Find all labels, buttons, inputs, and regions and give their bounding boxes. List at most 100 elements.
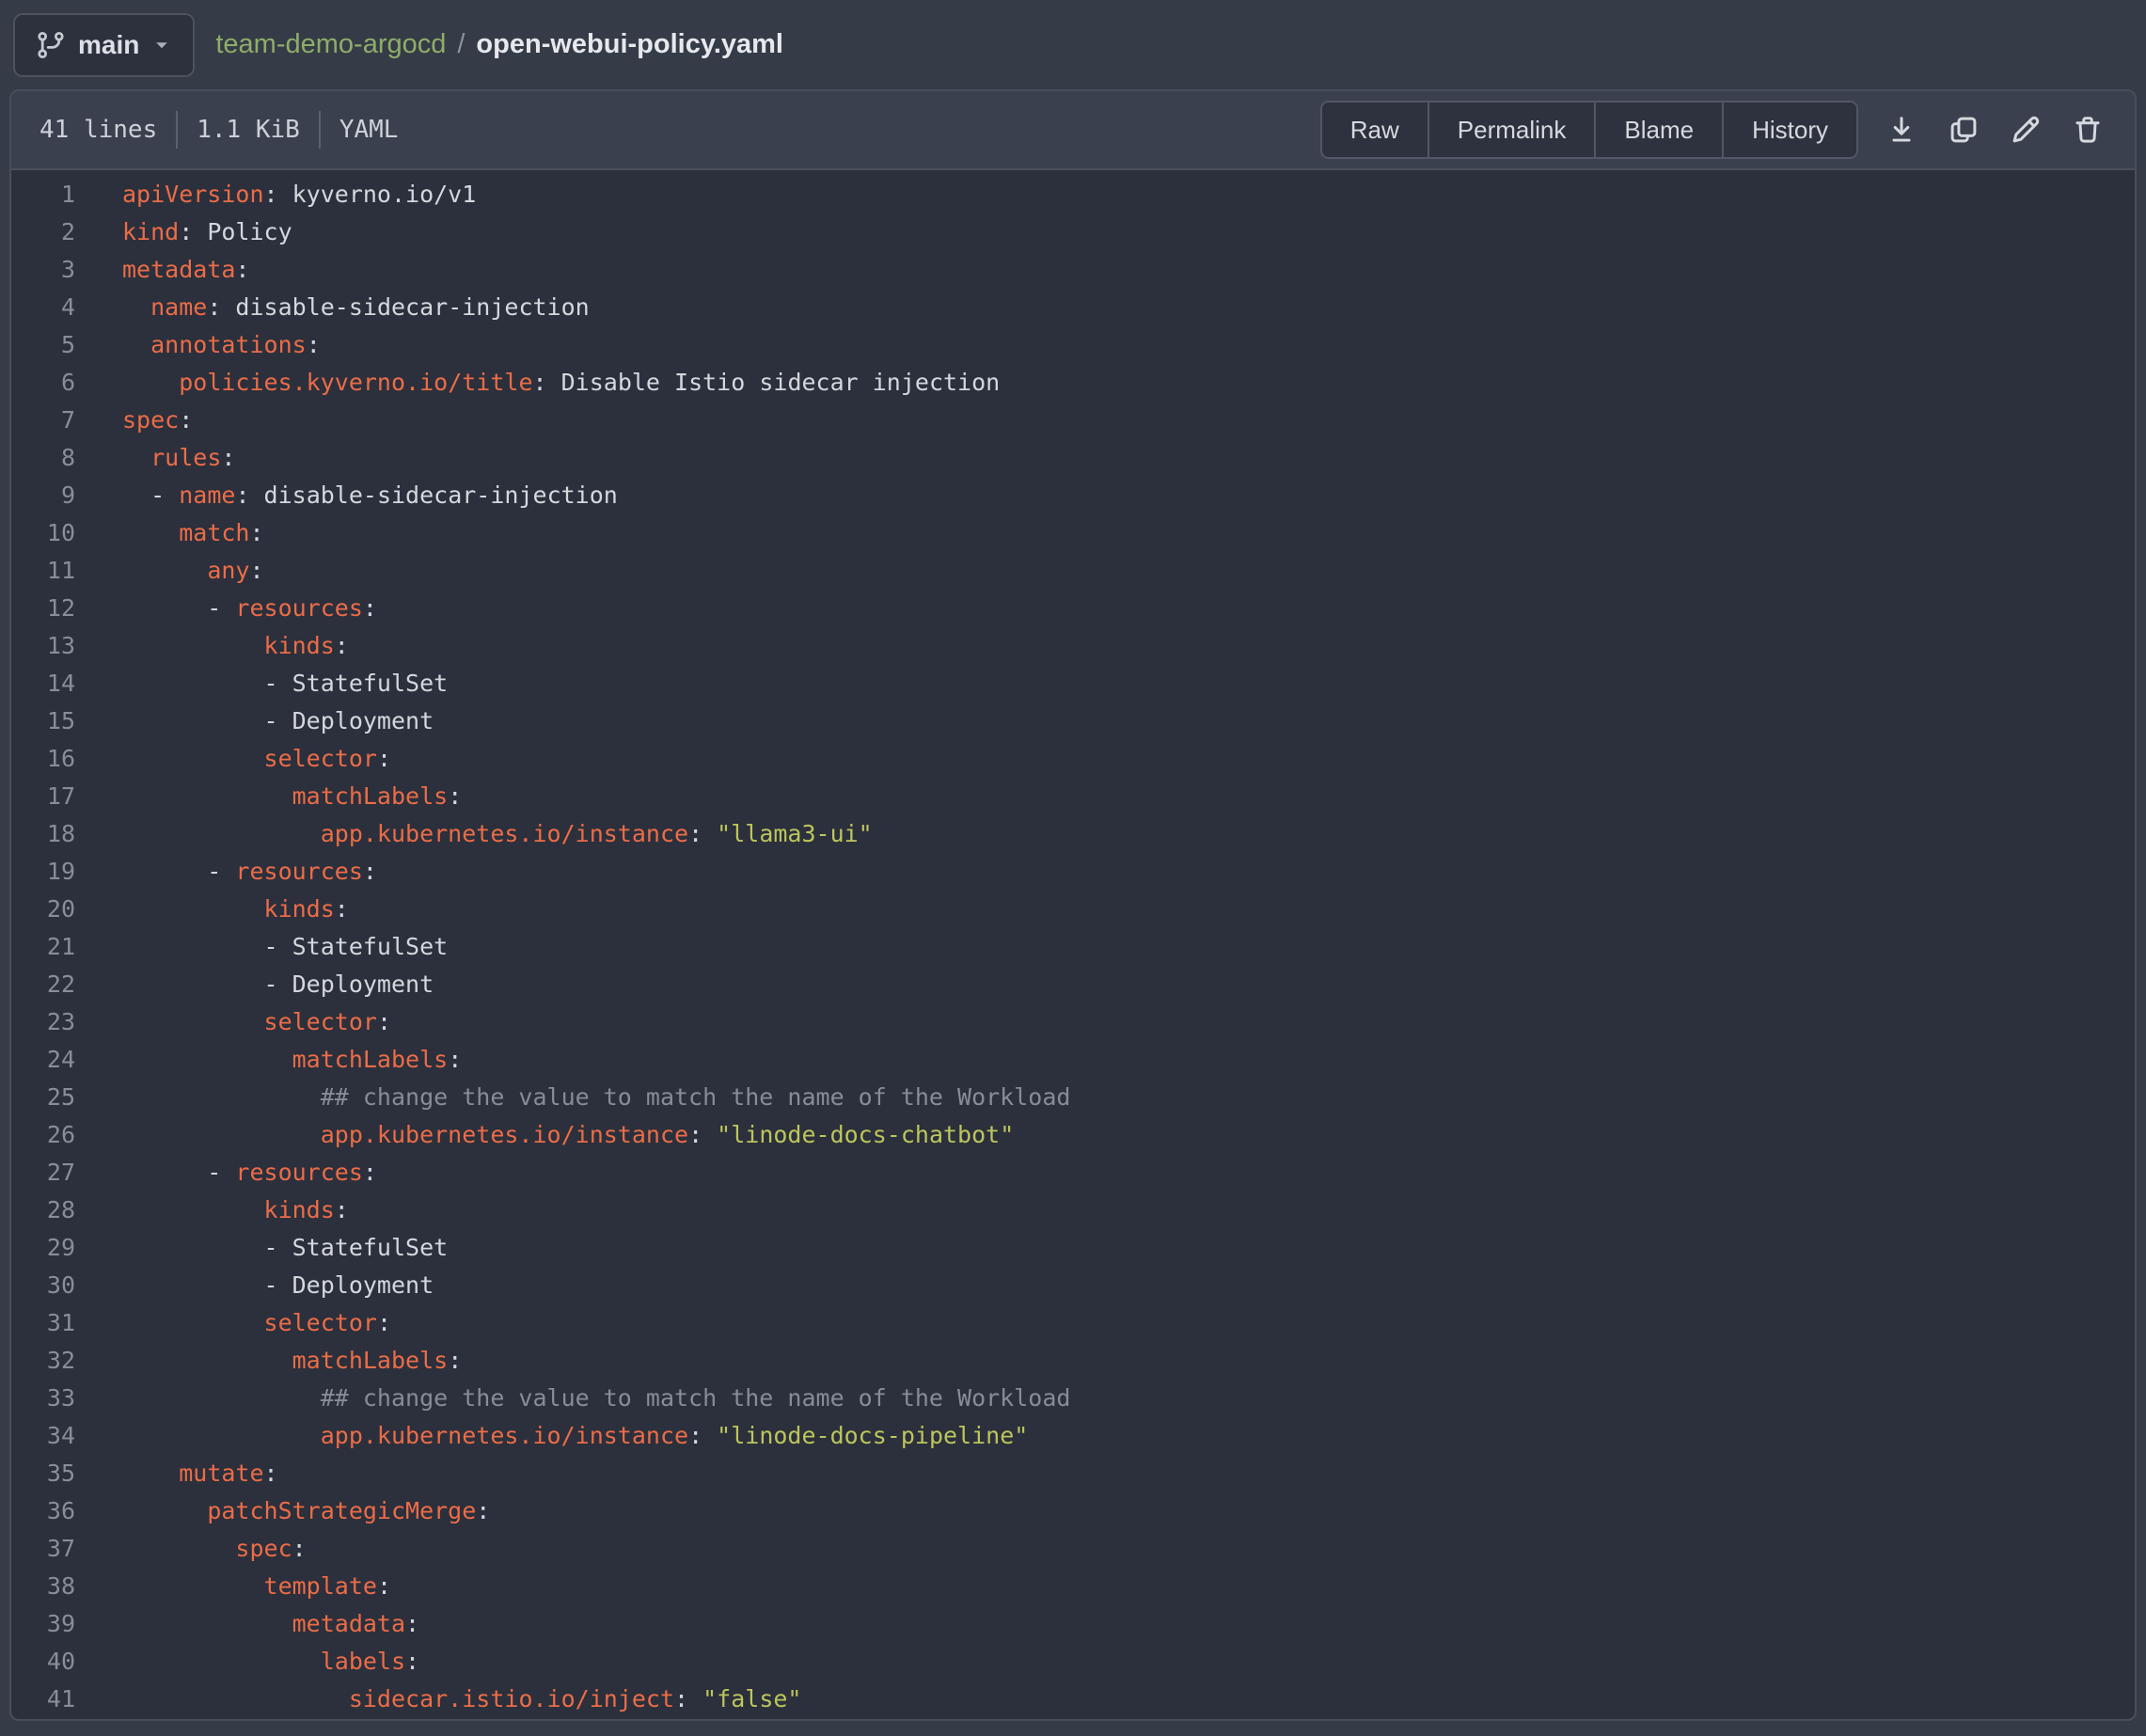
line-content: kinds: bbox=[75, 1192, 349, 1229]
line-number[interactable]: 33 bbox=[11, 1380, 75, 1417]
line-number[interactable]: 20 bbox=[11, 891, 75, 928]
line-content: - Deployment bbox=[75, 1267, 434, 1304]
trash-icon bbox=[2072, 114, 2104, 146]
line-number[interactable]: 39 bbox=[11, 1605, 75, 1643]
line-number[interactable]: 16 bbox=[11, 740, 75, 778]
code-line: 19 - resources: bbox=[11, 853, 2135, 891]
raw-button[interactable]: Raw bbox=[1322, 103, 1428, 157]
line-number[interactable]: 26 bbox=[11, 1116, 75, 1154]
code-line: 10 match: bbox=[11, 514, 2135, 552]
code-line: 26 app.kubernetes.io/instance: "linode-d… bbox=[11, 1116, 2135, 1154]
line-content: - StatefulSet bbox=[75, 665, 448, 702]
line-number[interactable]: 18 bbox=[11, 815, 75, 853]
line-number[interactable]: 12 bbox=[11, 590, 75, 627]
line-number[interactable]: 34 bbox=[11, 1417, 75, 1455]
line-content: mutate: bbox=[75, 1455, 278, 1492]
line-number[interactable]: 35 bbox=[11, 1455, 75, 1492]
line-number[interactable]: 29 bbox=[11, 1229, 75, 1267]
line-number[interactable]: 3 bbox=[11, 251, 75, 289]
breadcrumb-repo-link[interactable]: team-demo-argocd bbox=[215, 29, 446, 60]
line-content: spec: bbox=[75, 402, 193, 439]
code-line: 33 ## change the value to match the name… bbox=[11, 1380, 2135, 1417]
permalink-button[interactable]: Permalink bbox=[1428, 103, 1595, 157]
line-content: matchLabels: bbox=[75, 1342, 462, 1380]
line-number[interactable]: 21 bbox=[11, 928, 75, 966]
line-content: sidecar.istio.io/inject: "false" bbox=[75, 1681, 801, 1718]
code-line: 25 ## change the value to match the name… bbox=[11, 1079, 2135, 1116]
edit-button[interactable] bbox=[2007, 103, 2044, 157]
code-line: 38 template: bbox=[11, 1568, 2135, 1605]
file-header: 41 lines 1.1 KiB YAML Raw Permalink Blam… bbox=[11, 91, 2135, 170]
delete-button[interactable] bbox=[2069, 103, 2107, 157]
line-number[interactable]: 32 bbox=[11, 1342, 75, 1380]
code-line: 32 matchLabels: bbox=[11, 1342, 2135, 1380]
line-content: template: bbox=[75, 1568, 391, 1605]
branch-name: main bbox=[78, 32, 139, 58]
file-meta: 41 lines 1.1 KiB YAML bbox=[39, 111, 398, 149]
line-content: - resources: bbox=[75, 1154, 377, 1192]
history-button[interactable]: History bbox=[1722, 103, 1856, 157]
line-content: matchLabels: bbox=[75, 1041, 462, 1079]
copy-button[interactable] bbox=[1945, 103, 1982, 157]
line-content: app.kubernetes.io/instance: "linode-docs… bbox=[75, 1417, 1028, 1455]
line-number[interactable]: 17 bbox=[11, 778, 75, 815]
line-number[interactable]: 14 bbox=[11, 665, 75, 702]
line-content: matchLabels: bbox=[75, 778, 462, 815]
line-number[interactable]: 13 bbox=[11, 627, 75, 665]
download-icon bbox=[1886, 114, 1917, 146]
line-content: kinds: bbox=[75, 627, 349, 665]
line-number[interactable]: 6 bbox=[11, 364, 75, 402]
code-line: 39 metadata: bbox=[11, 1605, 2135, 1643]
line-number[interactable]: 4 bbox=[11, 289, 75, 326]
line-content: ## change the value to match the name of… bbox=[75, 1079, 1070, 1116]
code-line: 24 matchLabels: bbox=[11, 1041, 2135, 1079]
line-number[interactable]: 5 bbox=[11, 326, 75, 364]
code-line: 17 matchLabels: bbox=[11, 778, 2135, 815]
line-number[interactable]: 10 bbox=[11, 514, 75, 552]
code-line: 2kind: Policy bbox=[11, 213, 2135, 251]
line-number[interactable]: 8 bbox=[11, 439, 75, 477]
line-content: selector: bbox=[75, 740, 391, 778]
line-number[interactable]: 25 bbox=[11, 1079, 75, 1116]
line-number[interactable]: 9 bbox=[11, 477, 75, 514]
line-number[interactable]: 40 bbox=[11, 1643, 75, 1681]
line-number[interactable]: 31 bbox=[11, 1304, 75, 1342]
code-line: 3metadata: bbox=[11, 251, 2135, 289]
code-line: 21 - StatefulSet bbox=[11, 928, 2135, 966]
line-content: ## change the value to match the name of… bbox=[75, 1380, 1070, 1417]
line-number[interactable]: 2 bbox=[11, 213, 75, 251]
line-number[interactable]: 19 bbox=[11, 853, 75, 891]
line-content: labels: bbox=[75, 1643, 419, 1681]
line-number[interactable]: 38 bbox=[11, 1568, 75, 1605]
line-number[interactable]: 23 bbox=[11, 1003, 75, 1041]
line-number[interactable]: 1 bbox=[11, 176, 75, 213]
code-line: 31 selector: bbox=[11, 1304, 2135, 1342]
line-number[interactable]: 41 bbox=[11, 1681, 75, 1718]
line-content: annotations: bbox=[75, 326, 321, 364]
line-number[interactable]: 7 bbox=[11, 402, 75, 439]
code-line: 15 - Deployment bbox=[11, 702, 2135, 740]
code-line: 37 spec: bbox=[11, 1530, 2135, 1568]
line-content: - name: disable-sidecar-injection bbox=[75, 477, 618, 514]
line-number[interactable]: 37 bbox=[11, 1530, 75, 1568]
line-content: apiVersion: kyverno.io/v1 bbox=[75, 176, 476, 213]
blame-button[interactable]: Blame bbox=[1594, 103, 1722, 157]
code-line: 12 - resources: bbox=[11, 590, 2135, 627]
line-number[interactable]: 30 bbox=[11, 1267, 75, 1304]
line-number[interactable]: 22 bbox=[11, 966, 75, 1003]
pencil-icon bbox=[2010, 114, 2042, 146]
code-line: 36 patchStrategicMerge: bbox=[11, 1492, 2135, 1530]
line-number[interactable]: 24 bbox=[11, 1041, 75, 1079]
line-content: - Deployment bbox=[75, 702, 434, 740]
line-number[interactable]: 15 bbox=[11, 702, 75, 740]
file-lines-count: 41 lines bbox=[39, 116, 157, 144]
branch-selector-button[interactable]: main bbox=[13, 13, 195, 77]
line-number[interactable]: 28 bbox=[11, 1192, 75, 1229]
line-number[interactable]: 11 bbox=[11, 552, 75, 590]
code-line: 30 - Deployment bbox=[11, 1267, 2135, 1304]
line-number[interactable]: 36 bbox=[11, 1492, 75, 1530]
breadcrumb-separator: / bbox=[457, 29, 465, 60]
download-button[interactable] bbox=[1883, 103, 1920, 157]
line-number[interactable]: 27 bbox=[11, 1154, 75, 1192]
line-content: selector: bbox=[75, 1003, 391, 1041]
